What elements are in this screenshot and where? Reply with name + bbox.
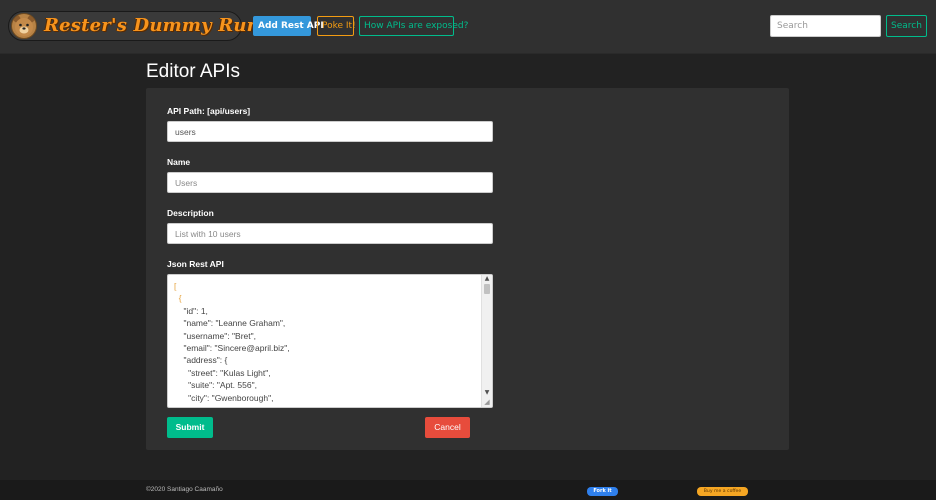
scroll-down-arrow-icon[interactable]: ▼ — [482, 389, 492, 397]
brand-logo[interactable]: Rester's Dummy Run — [8, 11, 260, 41]
api-path-input[interactable] — [167, 121, 493, 142]
json-scrollbar[interactable]: ▲ ▼ — [481, 275, 492, 407]
scroll-up-arrow-icon[interactable]: ▲ — [482, 275, 492, 283]
json-editor-textarea[interactable]: [ { "id": 1, "name": "Leanne Graham", "u… — [167, 274, 493, 408]
json-rest-api-label: Json Rest API — [167, 259, 224, 269]
description-label: Description — [167, 208, 214, 218]
editor-form-card: API Path: [api/users] Name Description J… — [146, 88, 789, 450]
page-footer: ©2020 Santiago Caamaño Fork it Buy me a … — [0, 480, 936, 500]
how-apis-exposed-button[interactable]: How APIs are exposed? — [359, 16, 468, 36]
search-input[interactable] — [770, 15, 881, 37]
search-button[interactable]: Search — [886, 15, 927, 37]
top-navbar: Rester's Dummy Run Add Rest API Poke It!… — [0, 0, 936, 54]
description-input[interactable] — [167, 223, 493, 244]
cancel-button[interactable]: Cancel — [425, 417, 470, 438]
scroll-thumb[interactable] — [484, 284, 490, 294]
poke-it-button[interactable]: Poke It! — [317, 16, 356, 36]
fork-it-badge[interactable]: Fork it — [587, 487, 618, 496]
copyright-text: ©2020 Santiago Caamaño — [146, 486, 223, 493]
brand-title: Rester's Dummy Run — [44, 15, 260, 36]
name-label: Name — [167, 157, 191, 167]
submit-button[interactable]: Submit — [167, 417, 213, 438]
buy-me-a-coffee-badge[interactable]: Buy me a coffee — [697, 487, 748, 496]
resize-grip-icon[interactable]: ◢ — [482, 397, 492, 407]
add-rest-api-button[interactable]: Add Rest API — [253, 16, 324, 36]
page-title: Editor APIs — [146, 61, 240, 82]
json-content[interactable]: [ { "id": 1, "name": "Leanne Graham", "u… — [174, 280, 290, 407]
api-path-label: API Path: [api/users] — [167, 106, 251, 116]
bear-face-icon — [11, 13, 37, 39]
name-input[interactable] — [167, 172, 493, 193]
